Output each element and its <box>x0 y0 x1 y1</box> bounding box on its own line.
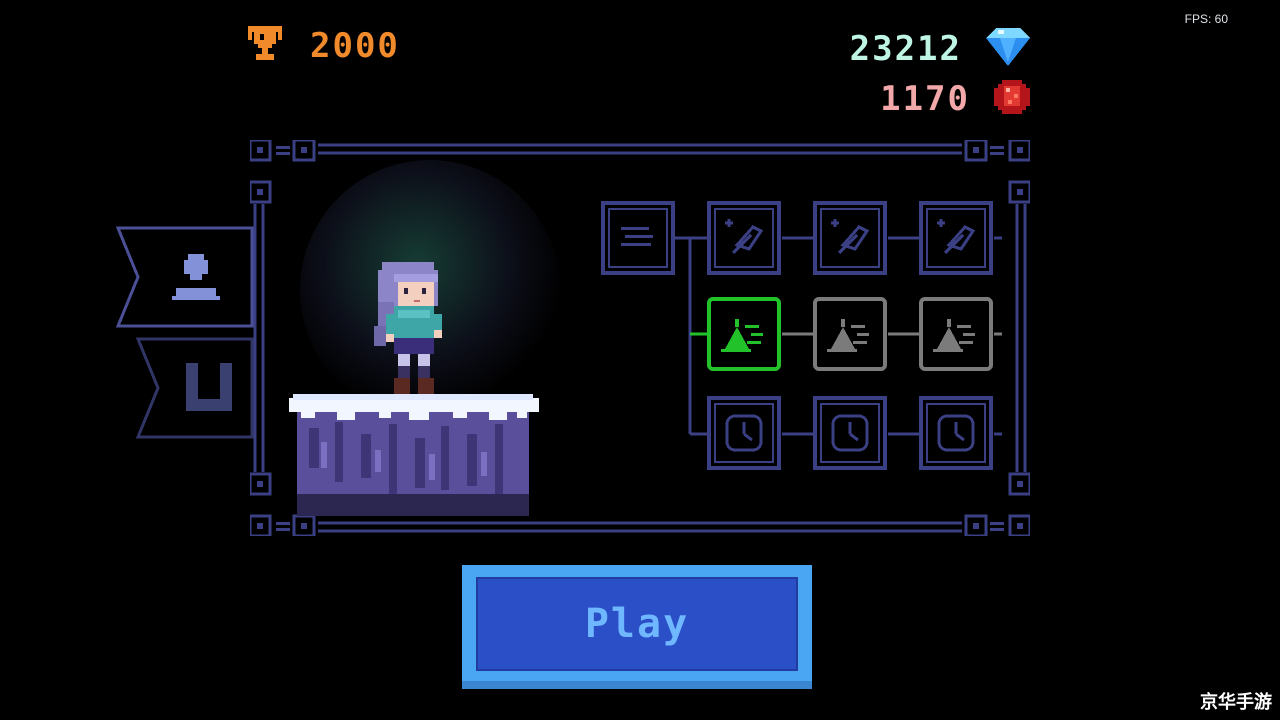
skill-node-clock-2[interactable] <box>813 396 887 470</box>
trophy-score: 2000 <box>248 26 400 66</box>
tab-magnet[interactable] <box>136 337 256 441</box>
skill-node-feather-2[interactable] <box>813 201 887 275</box>
skill-node-clock-3[interactable] <box>919 396 993 470</box>
red-gem-counter: 1170 <box>880 80 1030 118</box>
trophy-icon <box>248 26 282 66</box>
watermark: 京华手游 <box>1200 692 1272 713</box>
blue-gem-counter: 23212 <box>850 28 1030 70</box>
blue-diamond-icon <box>986 28 1030 70</box>
play-button[interactable]: Play <box>462 565 812 689</box>
skill-node-speed-3[interactable] <box>919 297 993 371</box>
red-gem-icon <box>994 80 1030 118</box>
list-icon <box>621 227 653 246</box>
skill-node-clock-1[interactable] <box>707 396 781 470</box>
game-screen: FPS: 60 2000 23212 1170 Play 京华手游 <box>0 0 1280 720</box>
skill-node-speed-1[interactable] <box>707 297 781 371</box>
skill-node-feather-1[interactable] <box>707 201 781 275</box>
red-gem-value: 1170 <box>880 79 970 119</box>
blue-gem-value: 23212 <box>849 29 962 69</box>
play-button-label: Play <box>584 601 690 647</box>
skill-node-speed-2[interactable] <box>813 297 887 371</box>
player-character <box>370 258 450 402</box>
skill-node-feather-3[interactable] <box>919 201 993 275</box>
fps-counter: FPS: 60 <box>1184 12 1228 26</box>
currency-panel: 23212 1170 <box>850 28 1030 118</box>
tab-character[interactable] <box>116 226 256 330</box>
ice-platform <box>289 394 539 520</box>
play-button-shadow <box>462 681 812 689</box>
play-button-face[interactable]: Play <box>476 577 798 671</box>
trophy-score-value: 2000 <box>310 26 400 66</box>
skill-node-root[interactable] <box>601 201 675 275</box>
